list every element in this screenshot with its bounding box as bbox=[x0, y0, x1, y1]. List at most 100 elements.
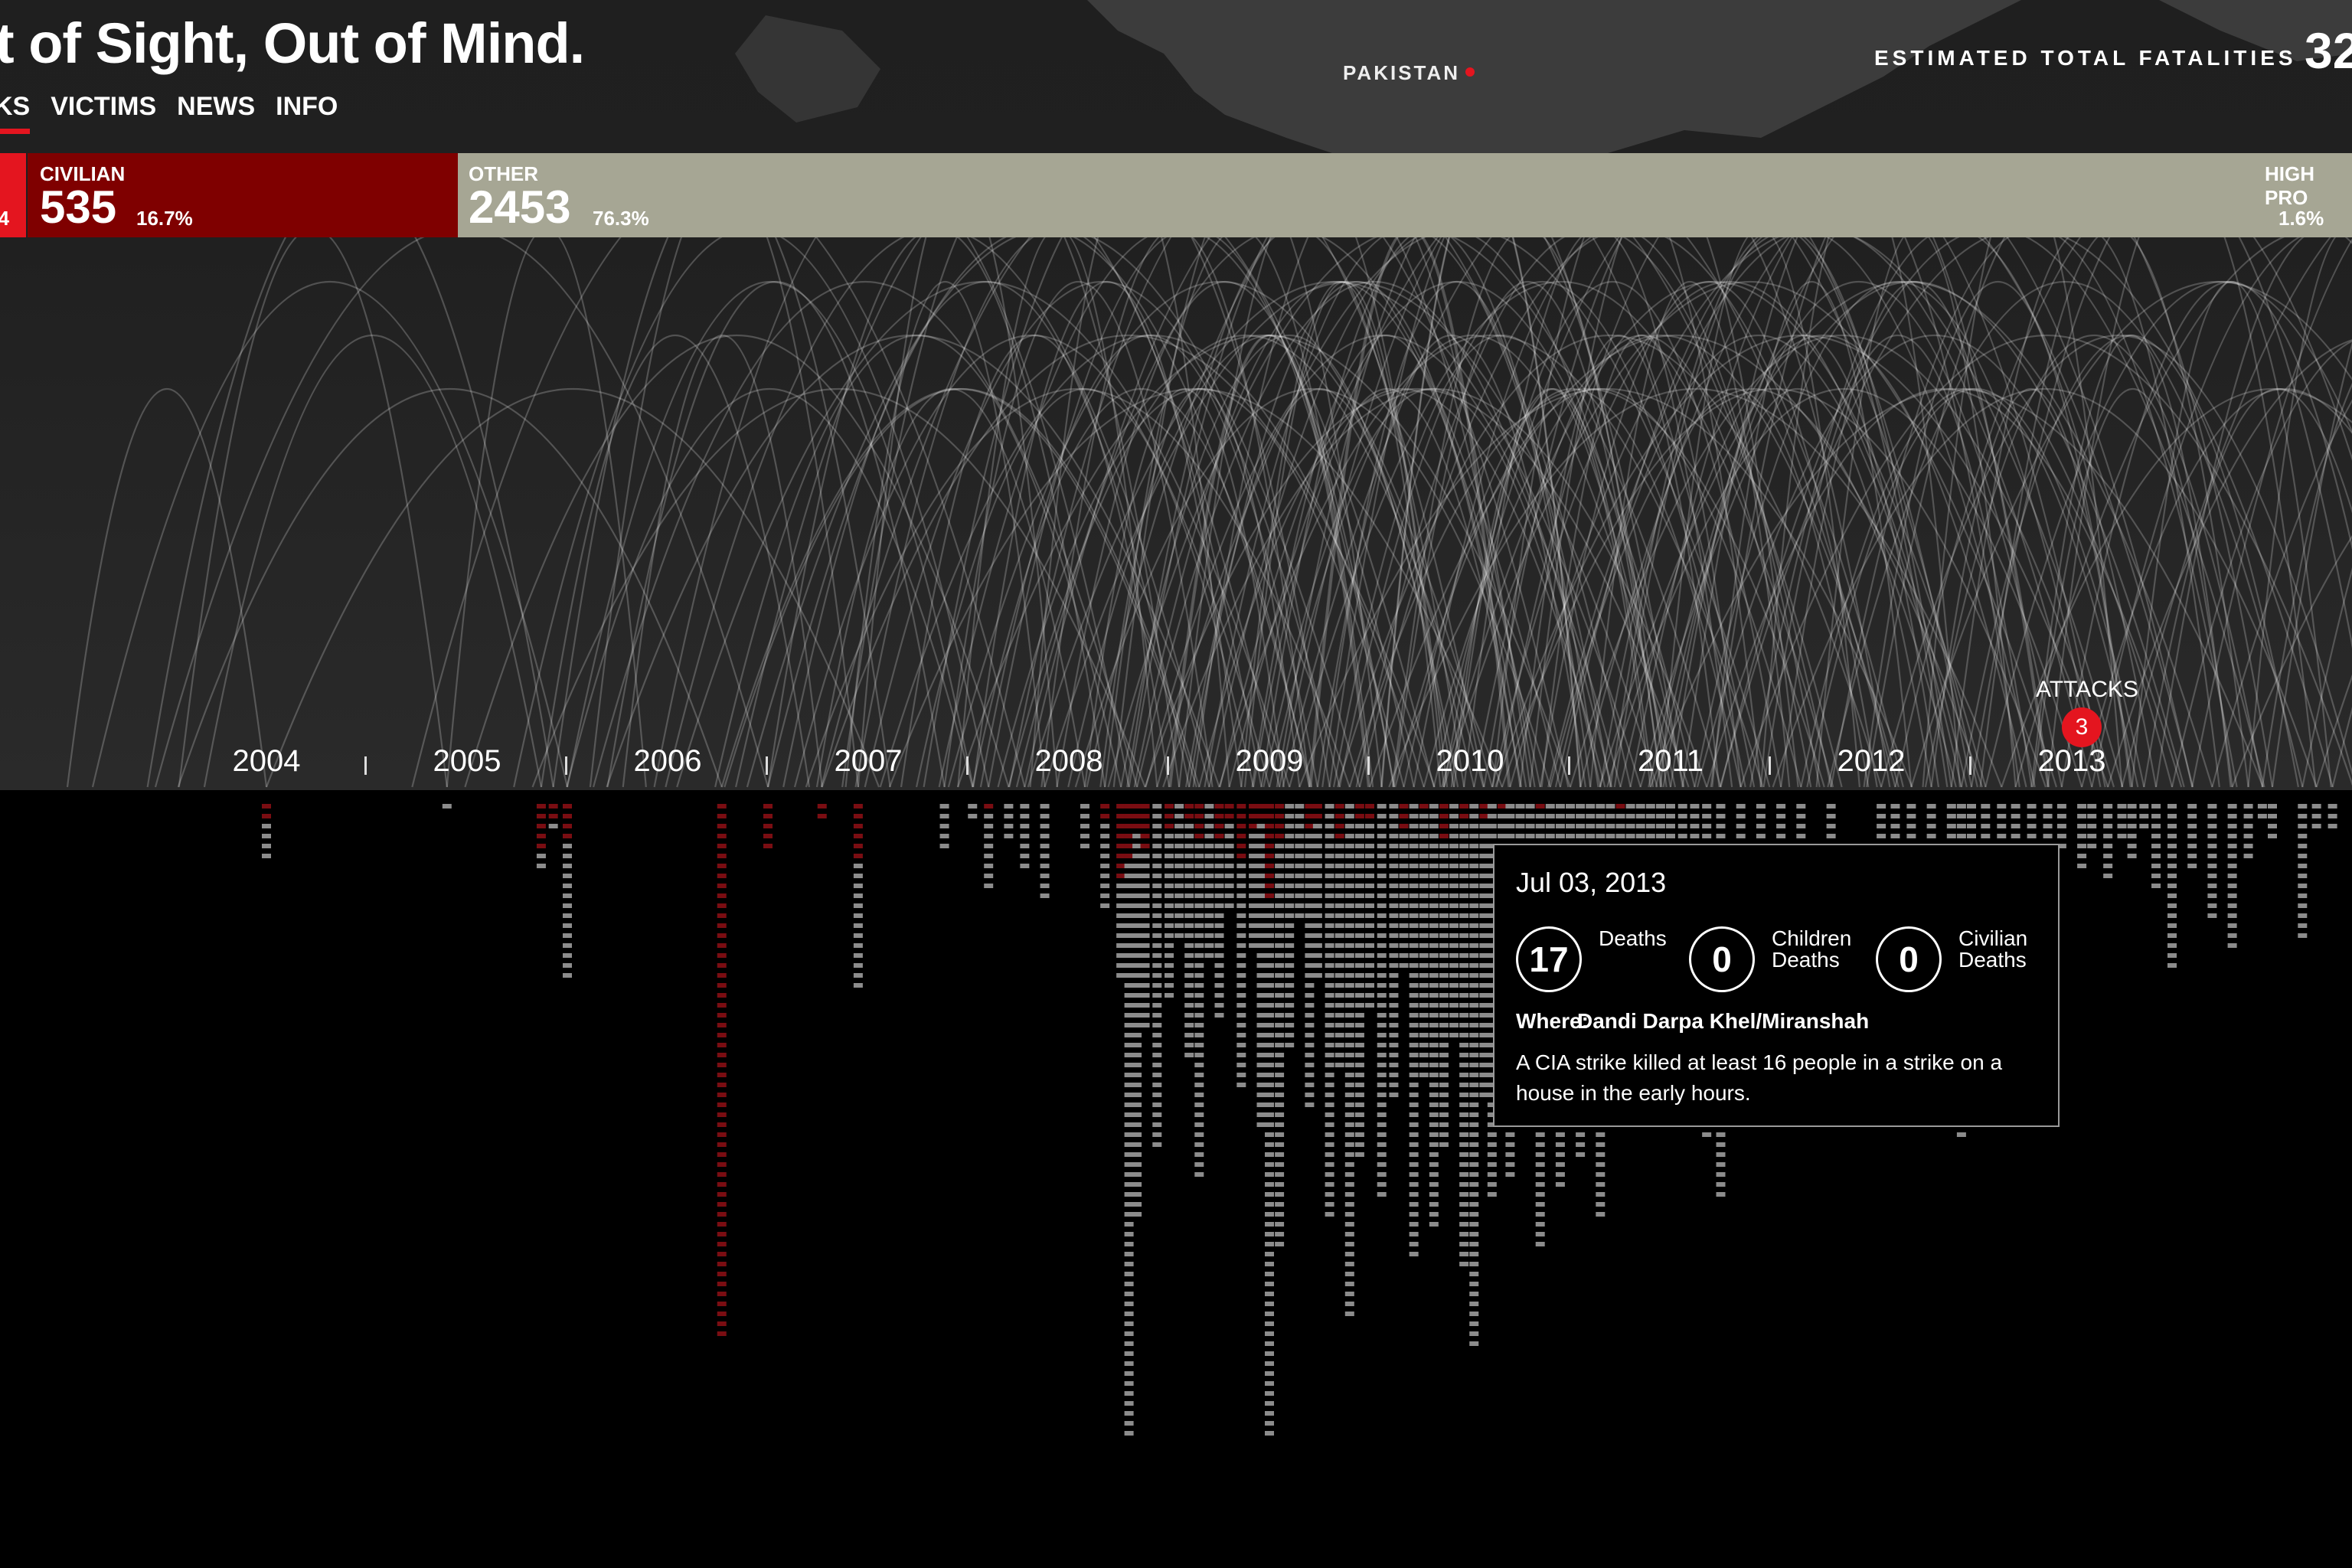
strike-column[interactable] bbox=[1295, 804, 1305, 918]
strike-column[interactable] bbox=[717, 804, 727, 1336]
strike-column[interactable] bbox=[1334, 804, 1344, 1067]
strike-column[interactable] bbox=[817, 804, 827, 818]
strike-column[interactable] bbox=[939, 804, 949, 848]
strike-column[interactable] bbox=[1344, 804, 1354, 1316]
strike-column[interactable] bbox=[1214, 804, 1224, 1018]
strike-death-mark bbox=[1249, 943, 1259, 948]
strike-column[interactable] bbox=[2056, 804, 2066, 848]
strike-death-mark bbox=[1377, 913, 1387, 918]
strike-column[interactable] bbox=[1275, 804, 1285, 1246]
strike-column[interactable] bbox=[536, 804, 546, 868]
strike-death-mark bbox=[717, 1033, 727, 1037]
strike-column[interactable] bbox=[1204, 804, 1214, 958]
strike-death-mark bbox=[1525, 834, 1535, 838]
strike-column[interactable] bbox=[1116, 804, 1126, 978]
strike-column[interactable] bbox=[853, 804, 863, 988]
strike-death-mark bbox=[1256, 824, 1266, 828]
strike-column[interactable] bbox=[984, 804, 994, 888]
strike-column[interactable] bbox=[1236, 804, 1246, 1087]
strike-column[interactable] bbox=[1459, 804, 1469, 1266]
strike-column[interactable] bbox=[1305, 804, 1315, 1107]
strike-death-mark bbox=[1354, 1023, 1364, 1027]
strike-column[interactable] bbox=[1194, 804, 1204, 1177]
nav-news[interactable]: NEWS bbox=[177, 92, 255, 122]
strike-death-mark bbox=[1334, 953, 1344, 958]
strike-column[interactable] bbox=[1469, 804, 1479, 1346]
segment-other[interactable]: OTHER 2453 76.3% HIGH PRO 1.6% bbox=[458, 153, 2352, 237]
strike-column[interactable] bbox=[1479, 804, 1489, 1097]
strike-death-mark bbox=[1449, 933, 1459, 938]
strike-column[interactable] bbox=[1132, 804, 1142, 1217]
strike-column[interactable] bbox=[763, 804, 773, 848]
strike-column[interactable] bbox=[1040, 804, 1050, 898]
strike-death-mark bbox=[1312, 913, 1322, 918]
strike-column[interactable] bbox=[1249, 804, 1259, 948]
strike-death-mark bbox=[1344, 1102, 1354, 1107]
strike-column[interactable] bbox=[1325, 804, 1334, 1217]
nav-attacks[interactable]: KS bbox=[0, 92, 31, 134]
strike-column[interactable] bbox=[1165, 804, 1174, 998]
strike-column[interactable] bbox=[2207, 804, 2217, 918]
strike-death-mark bbox=[1152, 1063, 1162, 1067]
strike-column[interactable] bbox=[1409, 804, 1419, 1256]
strike-death-mark bbox=[1479, 923, 1489, 928]
strike-column[interactable] bbox=[1377, 804, 1387, 1197]
strike-column[interactable] bbox=[548, 804, 558, 828]
strike-column[interactable] bbox=[1100, 804, 1110, 908]
strike-death-mark bbox=[1325, 1023, 1334, 1027]
strike-column[interactable] bbox=[1256, 804, 1266, 1127]
strike-column[interactable] bbox=[1152, 804, 1162, 1147]
strike-column[interactable] bbox=[2151, 804, 2161, 888]
strike-column[interactable] bbox=[1174, 804, 1184, 938]
strike-death-mark bbox=[2227, 913, 2237, 918]
strike-column[interactable] bbox=[2167, 804, 2177, 968]
strike-column[interactable] bbox=[2077, 804, 2087, 868]
strike-column[interactable] bbox=[1354, 804, 1364, 1157]
strike-column[interactable] bbox=[2187, 804, 2197, 868]
strike-column[interactable] bbox=[442, 804, 452, 808]
strike-death-mark bbox=[1702, 814, 1712, 818]
strike-column[interactable] bbox=[1312, 804, 1322, 978]
strike-column[interactable] bbox=[1365, 804, 1374, 1008]
strike-column[interactable] bbox=[1265, 804, 1274, 1436]
strike-column[interactable] bbox=[1140, 804, 1150, 1027]
strike-death-mark bbox=[1469, 1122, 1479, 1127]
strike-column[interactable] bbox=[2243, 804, 2253, 858]
location-marker[interactable] bbox=[1465, 67, 1475, 77]
strike-death-mark bbox=[1419, 963, 1429, 968]
nav-victims[interactable]: VICTIMS bbox=[51, 92, 156, 122]
segment-civilian[interactable]: CIVILIAN 535 16.7% bbox=[28, 153, 458, 237]
strike-column[interactable] bbox=[2117, 804, 2127, 838]
strike-column[interactable] bbox=[1020, 804, 1030, 868]
strike-column[interactable] bbox=[1429, 804, 1439, 1227]
strike-column[interactable] bbox=[2043, 804, 2053, 838]
strike-column[interactable] bbox=[2328, 804, 2337, 828]
strike-column[interactable] bbox=[1399, 804, 1409, 968]
strike-column[interactable] bbox=[1285, 804, 1295, 1047]
strike-column[interactable] bbox=[1004, 804, 1014, 838]
strike-column[interactable] bbox=[1080, 804, 1089, 848]
strike-column[interactable] bbox=[2268, 804, 2277, 838]
strike-column[interactable] bbox=[1124, 804, 1134, 1436]
strike-column[interactable] bbox=[1389, 804, 1399, 1097]
strike-column[interactable] bbox=[1449, 804, 1459, 1037]
strike-death-mark bbox=[1469, 1132, 1479, 1137]
strike-column[interactable] bbox=[2087, 804, 2097, 848]
strike-column[interactable] bbox=[1224, 804, 1234, 908]
strike-column[interactable] bbox=[2298, 804, 2308, 938]
strike-column[interactable] bbox=[563, 804, 572, 978]
strike-column[interactable] bbox=[1439, 804, 1449, 1147]
strike-column[interactable] bbox=[2011, 804, 2020, 848]
strike-column[interactable] bbox=[2103, 804, 2113, 878]
strike-column[interactable] bbox=[2127, 804, 2137, 858]
strike-column[interactable] bbox=[262, 804, 271, 858]
strike-column[interactable] bbox=[968, 804, 978, 818]
strike-column[interactable] bbox=[1184, 804, 1194, 1057]
strike-column[interactable] bbox=[1419, 804, 1429, 1077]
strike-column[interactable] bbox=[2139, 804, 2149, 828]
strike-column[interactable] bbox=[2227, 804, 2237, 948]
segment-children[interactable]: 5.4 bbox=[0, 153, 26, 237]
strike-column[interactable] bbox=[2311, 804, 2321, 828]
strike-column[interactable] bbox=[2257, 804, 2267, 818]
nav-info[interactable]: INFO bbox=[276, 92, 338, 122]
